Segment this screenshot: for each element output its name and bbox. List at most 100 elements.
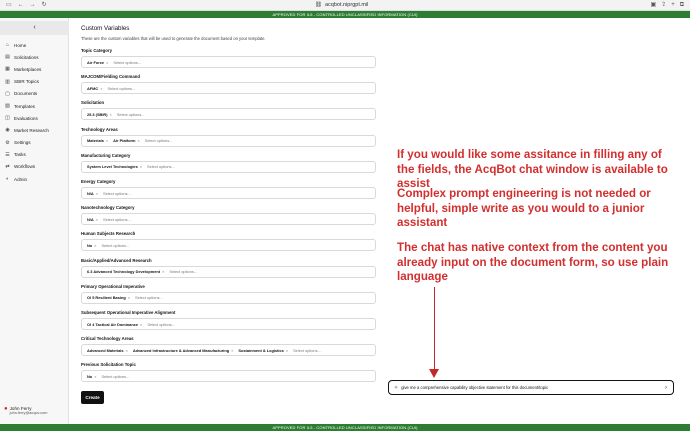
annotation-prompting: Complex prompt engineering is not needed… xyxy=(397,187,651,229)
select-placeholder[interactable]: Select options... xyxy=(147,322,175,327)
link-icon: ⛓ xyxy=(315,2,322,8)
field-label: Subsequent Operational Imperative Alignm… xyxy=(81,310,176,315)
create-button[interactable]: Create xyxy=(81,391,104,404)
nav-icon: ◐ xyxy=(5,176,10,183)
remove-chip-icon[interactable]: × xyxy=(128,295,130,300)
multi-select-input[interactable]: OI 4 Tactical Air Dominance × Select optio… xyxy=(81,318,376,330)
select-placeholder[interactable]: Select options... xyxy=(135,295,163,300)
multi-select-input[interactable]: Advanced Materials × Advanced Infrastructu… xyxy=(81,344,376,357)
nav-icon: ⇄ xyxy=(5,163,10,170)
chat-input-text[interactable]: give me a comprehensive capability objec… xyxy=(401,385,665,390)
sidebar-toggle-icon[interactable]: ▭ xyxy=(6,0,12,11)
multi-select-input[interactable]: No × Select options... xyxy=(81,370,376,383)
selected-chip: OI 5 Resilient Basing × xyxy=(87,295,130,300)
field-label: Primary Operational Imperative xyxy=(81,283,145,289)
multi-select-input[interactable]: N/A × Select options... xyxy=(81,213,376,226)
chip-label: OI 5 Resilient Basing xyxy=(87,295,126,301)
remove-chip-icon[interactable]: × xyxy=(100,86,102,91)
multi-select-input[interactable]: 6.3 Advanced Technology Development × Sele… xyxy=(81,265,376,278)
select-placeholder[interactable]: Select options... xyxy=(169,269,197,274)
sidebar-item-templates[interactable]: ▧ Templates xyxy=(0,100,69,112)
multi-select-input[interactable]: Materials × Air Platform × Select options... xyxy=(81,134,376,147)
multi-select-input[interactable]: Air Force × Select options... xyxy=(81,56,376,68)
multi-select-input[interactable]: No × Select options... xyxy=(81,239,376,252)
remove-chip-icon[interactable]: × xyxy=(94,374,96,379)
select-placeholder[interactable]: Select options... xyxy=(117,112,145,117)
nav-icon: ◉ xyxy=(5,127,10,134)
sidebar-item-settings[interactable]: ⚙ Settings xyxy=(0,137,69,149)
chip-label: System Level Technologies xyxy=(87,164,138,170)
remove-chip-icon[interactable]: × xyxy=(140,164,142,169)
sidebar-item-market-research[interactable]: ◉ Market Research xyxy=(0,124,69,136)
field-nanotechnology-category: Nanotechnology Category N/A × Select option… xyxy=(81,205,376,226)
sidebar-item-marketplaces[interactable]: ▦ Marketplaces xyxy=(0,63,69,75)
sidebar-item-solicitations[interactable]: ▤ Solicitations xyxy=(0,51,69,63)
remove-chip-icon[interactable]: × xyxy=(96,217,98,222)
select-placeholder[interactable]: Select options... xyxy=(147,164,175,169)
address-bar[interactable]: ⛓ acqbot.niprgpt.mil xyxy=(315,0,368,11)
sidebar-item-tasks[interactable]: ☰ Tasks xyxy=(0,149,69,161)
select-placeholder[interactable]: Select options... xyxy=(145,138,173,143)
multi-select-input[interactable]: AFMC × Select options... xyxy=(81,82,376,95)
multi-select-input[interactable]: N/A × Select options... xyxy=(81,187,376,199)
sidebar-item-workflows[interactable]: ⇄ Workflows xyxy=(0,161,69,173)
field-label: Human Subjects Research xyxy=(81,231,136,237)
sidebar-item-label: Settings xyxy=(14,140,31,146)
chevron-right-icon[interactable]: › xyxy=(665,385,667,391)
chip-label: 6.3 Advanced Technology Development xyxy=(87,269,161,275)
remove-chip-icon[interactable]: × xyxy=(286,348,288,353)
tabs-icon[interactable]: ⧉ xyxy=(680,0,684,11)
multi-select-input[interactable]: 25.3 (SBIR) × Select options... xyxy=(81,108,376,121)
remove-chip-icon[interactable]: × xyxy=(140,322,142,327)
field-subsequent-operational-imperative-alignment: Subsequent Operational Imperative Alignm… xyxy=(81,310,376,330)
select-placeholder[interactable]: Select options... xyxy=(108,86,136,91)
field-basic-applied-advanced-research: Basic/Applied/Advanced Research 6.3 Advan… xyxy=(81,258,376,278)
multi-select-input[interactable]: OI 5 Resilient Basing × Select options... xyxy=(81,291,376,304)
field-human-subjects-research: Human Subjects Research No × Select options… xyxy=(81,231,376,252)
select-placeholder[interactable]: Select options... xyxy=(101,374,129,379)
remove-chip-icon[interactable]: × xyxy=(94,243,96,248)
select-placeholder[interactable]: Select options... xyxy=(101,243,129,248)
reload-icon[interactable]: ↻ xyxy=(42,0,47,11)
collapse-sidebar-button[interactable]: ‹ xyxy=(0,21,69,35)
select-placeholder[interactable]: Select options... xyxy=(103,191,131,196)
annotation-assist: If you would like some assitance in fill… xyxy=(397,148,668,190)
browser-toolbar: ▭ ← → ↻ ⛓ acqbot.niprgpt.mil ▣ ⇪ + ⧉ xyxy=(0,0,690,11)
field-label: Manufacturing Category xyxy=(81,152,131,158)
chip-label: No xyxy=(87,242,93,248)
sidebar-item-home[interactable]: ⌂ Home xyxy=(0,39,69,51)
field-label: Topic Category xyxy=(81,48,112,53)
share-icon[interactable]: ⇪ xyxy=(661,0,666,11)
chip-label: N/A xyxy=(87,216,94,222)
select-placeholder[interactable]: Select options... xyxy=(113,60,141,65)
extension-icon[interactable]: ▣ xyxy=(650,0,656,11)
sidebar-item-sbir-topics[interactable]: ▥ SBIR Topics xyxy=(0,76,69,88)
selected-chip: No × xyxy=(87,243,96,248)
remove-chip-icon[interactable]: × xyxy=(231,348,233,353)
forward-icon[interactable]: → xyxy=(30,0,36,11)
form-title: Custom Variables xyxy=(81,25,130,32)
chip-label: Air Force xyxy=(87,59,105,65)
select-placeholder[interactable]: Select options... xyxy=(103,217,131,222)
user-profile[interactable]: ● John Ferry john.ferry@acqov.com xyxy=(4,406,66,415)
remove-chip-icon[interactable]: × xyxy=(110,112,112,117)
nav-icon: ▥ xyxy=(5,78,10,85)
field-label: Previous Solicitation Topic xyxy=(81,362,136,368)
select-placeholder[interactable]: Select options... xyxy=(293,348,321,353)
remove-chip-icon[interactable]: × xyxy=(137,138,139,143)
new-tab-icon[interactable]: + xyxy=(671,0,675,11)
sidebar-item-evaluations[interactable]: ◫ Evaluations xyxy=(0,112,69,124)
selected-chip: OI 4 Tactical Air Dominance × xyxy=(87,322,142,327)
chat-input[interactable]: ✧ give me a comprehensive capability obj… xyxy=(388,380,674,395)
sidebar-item-documents[interactable]: ▢ Documents xyxy=(0,88,69,100)
remove-chip-icon[interactable]: × xyxy=(106,60,108,65)
remove-chip-icon[interactable]: × xyxy=(162,269,164,274)
chevron-left-icon: ‹ xyxy=(33,24,36,31)
remove-chip-icon[interactable]: × xyxy=(106,138,108,143)
sidebar-item-admin[interactable]: ◐ Admin xyxy=(0,173,69,185)
remove-chip-icon[interactable]: × xyxy=(96,191,98,196)
multi-select-input[interactable]: System Level Technologies × Select options… xyxy=(81,160,376,173)
remove-chip-icon[interactable]: × xyxy=(126,348,128,353)
back-icon[interactable]: ← xyxy=(18,0,24,11)
field-label: Nanotechnology Category xyxy=(81,205,135,211)
